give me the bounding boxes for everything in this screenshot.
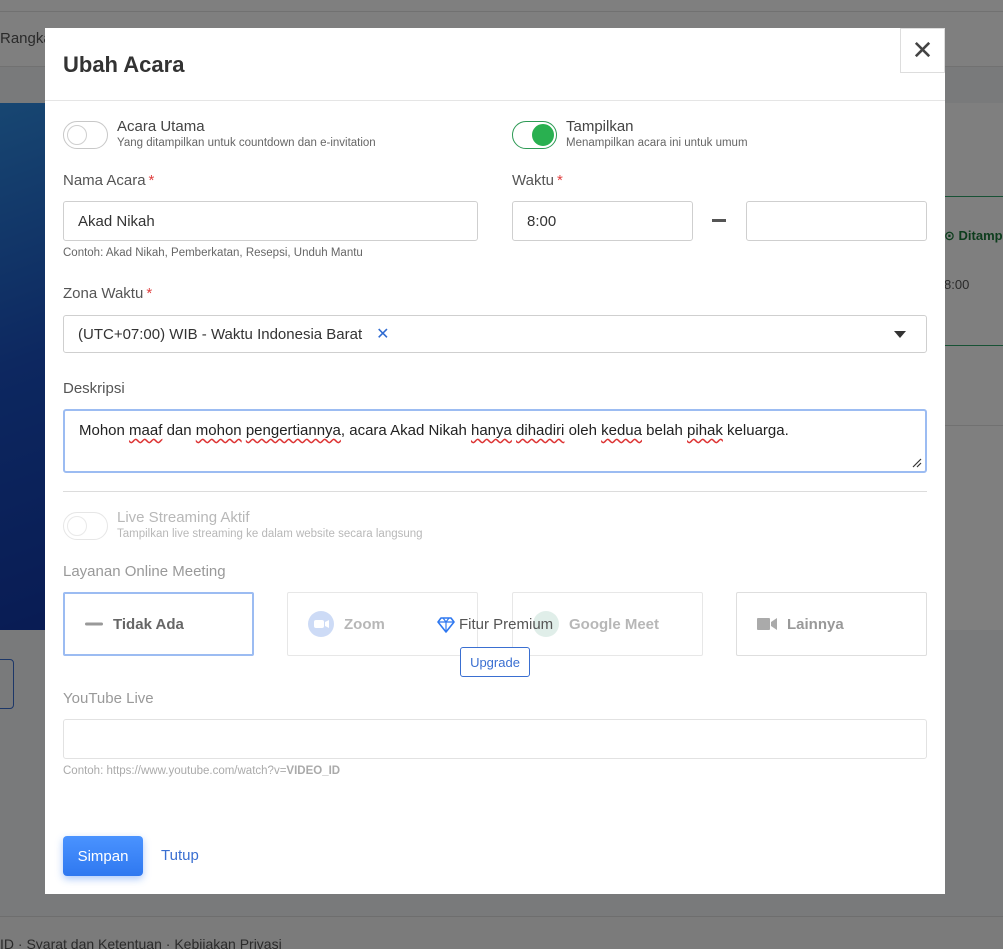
description-fragment: Mohon: [79, 422, 130, 439]
event-name-label: Nama Acara *: [63, 172, 155, 189]
misspelled-word: pengertiannya: [245, 422, 341, 439]
edit-event-modal: Ubah Acara ✕ Acara Utama Yang ditampilka…: [45, 28, 945, 894]
time-range-dash: [712, 219, 726, 222]
event-name-input[interactable]: Akad Nikah: [63, 201, 478, 241]
required-mark: *: [148, 172, 155, 189]
time-label: Waktu *: [512, 172, 563, 189]
upgrade-button[interactable]: Upgrade: [460, 647, 530, 677]
main-event-toggle[interactable]: [63, 121, 108, 149]
live-streaming-toggle[interactable]: [63, 512, 108, 540]
timezone-label: Zona Waktu *: [63, 285, 153, 302]
misspelled-word: kedua: [601, 422, 642, 439]
misspelled-word: dihadiri: [516, 422, 565, 439]
display-title: Tampilkan: [566, 118, 634, 135]
youtube-live-input[interactable]: [63, 719, 927, 759]
save-button[interactable]: Simpan: [63, 836, 143, 876]
section-divider: [63, 491, 927, 492]
premium-feature-badge: Fitur Premium: [437, 616, 553, 633]
timezone-select[interactable]: (UTC+07:00) WIB - Waktu Indonesia Barat …: [63, 315, 927, 353]
misspelled-word: hanya: [470, 422, 512, 439]
live-streaming-subtitle: Tampilkan live streaming ke dalam websit…: [117, 528, 423, 540]
required-mark: *: [146, 285, 153, 302]
modal-header: Ubah Acara ✕: [45, 28, 945, 101]
close-link[interactable]: Tutup: [161, 847, 199, 864]
diamond-icon: [437, 616, 455, 633]
misspelled-word: maaf: [129, 422, 163, 439]
meeting-option-other[interactable]: Lainnya: [736, 592, 927, 656]
clear-icon[interactable]: ✕: [376, 324, 389, 344]
description-fragment: oleh: [564, 422, 602, 439]
main-event-title: Acara Utama: [117, 118, 205, 135]
youtube-live-label: YouTube Live: [63, 690, 154, 707]
required-mark: *: [556, 172, 563, 189]
chevron-down-icon: [894, 331, 906, 338]
video-camera-icon: [757, 617, 777, 631]
description-text: Mohon maaf dan mohon pengertiannya, acar…: [79, 422, 789, 439]
end-time-input[interactable]: [746, 201, 927, 241]
minus-icon: [85, 622, 103, 626]
live-streaming-title: Live Streaming Aktif: [117, 509, 250, 526]
online-meeting-label: Layanan Online Meeting: [63, 563, 226, 580]
resize-handle-icon[interactable]: [912, 458, 922, 468]
close-button[interactable]: ✕: [900, 28, 945, 73]
description-fragment: belah: [641, 422, 688, 439]
description-fragment: , acara Akad Nikah: [340, 422, 471, 439]
display-toggle[interactable]: [512, 121, 557, 149]
start-time-input[interactable]: 8:00: [512, 201, 693, 241]
youtube-hint: Contoh: https://www.youtube.com/watch?v=…: [63, 765, 341, 777]
timezone-value: (UTC+07:00) WIB - Waktu Indonesia Barat: [78, 325, 363, 343]
modal-title: Ubah Acara: [63, 52, 185, 77]
misspelled-word: mohon: [195, 422, 242, 439]
description-label: Deskripsi: [63, 380, 125, 397]
main-event-subtitle: Yang ditampilkan untuk countdown dan e-i…: [117, 137, 376, 149]
description-fragment: keluarga.: [722, 422, 789, 439]
close-icon: ✕: [911, 35, 934, 65]
description-textarea[interactable]: Mohon maaf dan mohon pengertiannya, acar…: [63, 409, 927, 473]
zoom-icon: [308, 611, 334, 637]
meeting-option-none[interactable]: Tidak Ada: [63, 592, 254, 656]
event-name-hint: Contoh: Akad Nikah, Pemberkatan, Resepsi…: [63, 247, 363, 259]
description-fragment: dan: [162, 422, 196, 439]
display-subtitle: Menampilkan acara ini untuk umum: [566, 137, 748, 149]
misspelled-word: pihak: [687, 422, 723, 439]
